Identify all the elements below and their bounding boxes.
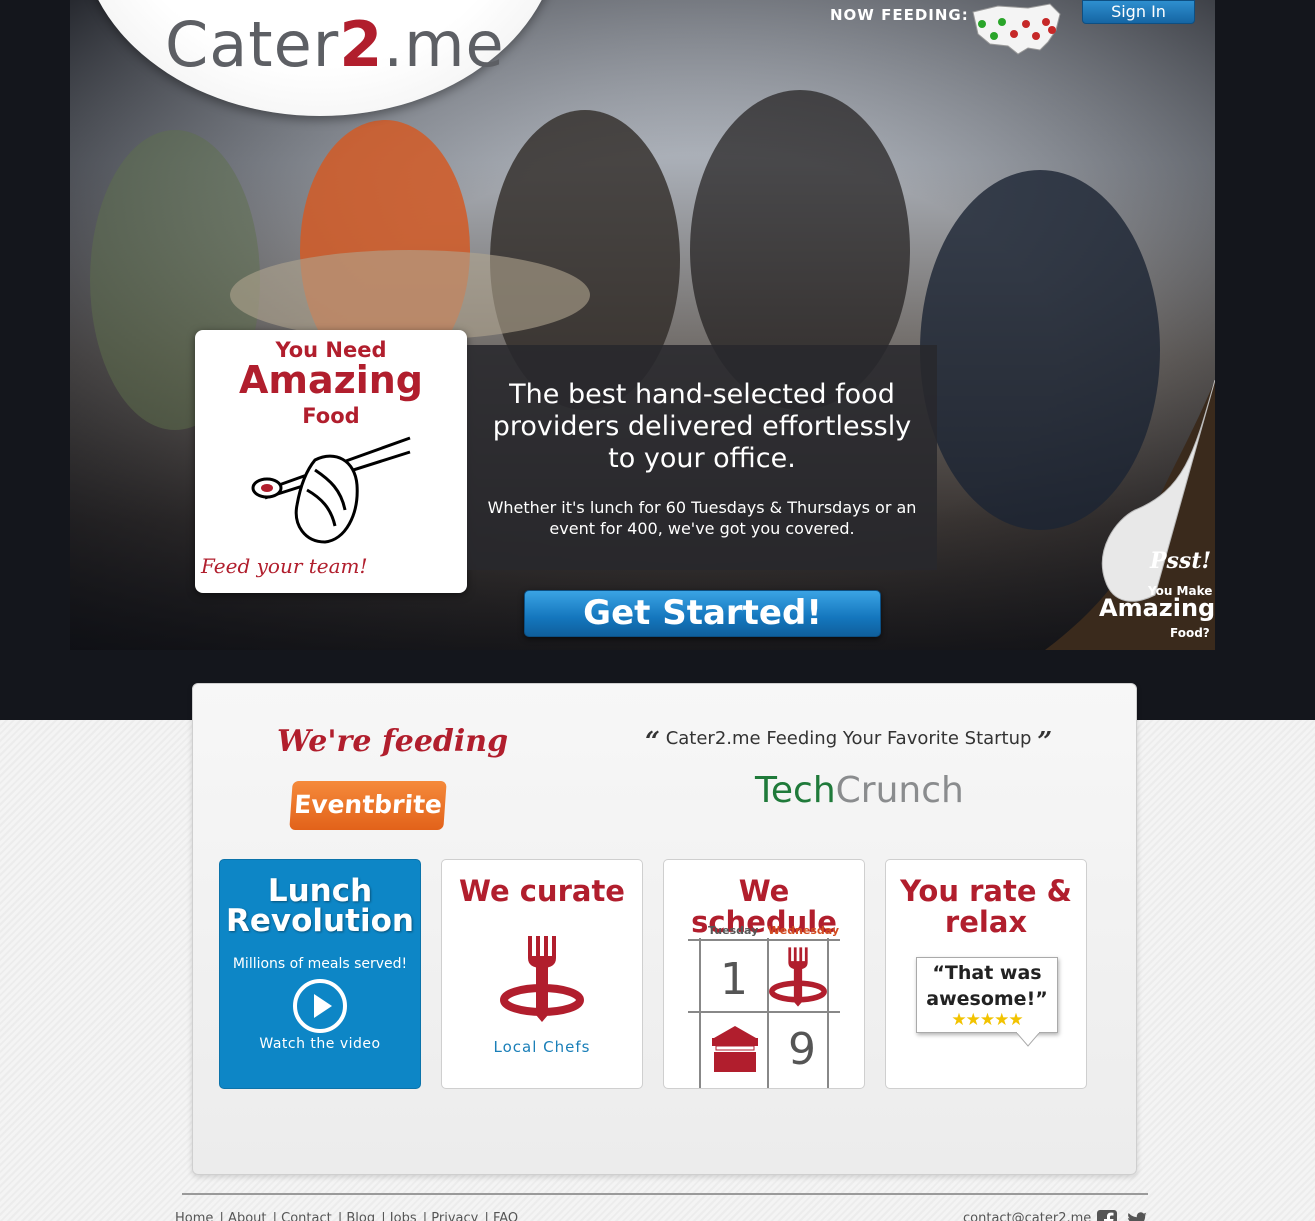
fork-pin-icon xyxy=(769,947,827,1007)
logo-two: 2 xyxy=(339,8,384,81)
rating-stars-icon: ★★★★★ xyxy=(951,1010,1023,1030)
press-quote-text: Cater2.me Feeding Your Favorite Startup xyxy=(665,728,1032,749)
facebook-icon[interactable] xyxy=(1096,1209,1118,1221)
lunch-revolution-title: Lunch Revolution xyxy=(220,873,420,939)
hero-photo-food-trays xyxy=(230,250,590,340)
bubble-tail xyxy=(1016,1032,1040,1047)
eventbrite-logo[interactable]: Eventbrite xyxy=(289,781,447,830)
millions-meals-text: Millions of meals served! xyxy=(232,956,408,972)
calendar-day-tuesday: Tuesday xyxy=(708,924,759,937)
footer-nav: Home | About | Contact | Blog | Jobs | P… xyxy=(175,1211,520,1221)
footer-link-contact[interactable]: Contact xyxy=(281,1211,332,1221)
logo-me: .me xyxy=(383,8,505,81)
footer-link-privacy[interactable]: Privacy xyxy=(431,1211,478,1221)
press-quote: “ Cater2.me Feeding Your Favorite Startu… xyxy=(645,727,1052,757)
footer-divider xyxy=(182,1193,1148,1195)
we-schedule-card[interactable]: We schedule Tuesday Wednesday 1 9 xyxy=(663,859,865,1089)
calendar-number-1: 1 xyxy=(720,954,748,1005)
you-rate-card[interactable]: You rate & relax “That was awesome!” ★★★… xyxy=(885,859,1087,1089)
get-started-button[interactable]: Get Started! xyxy=(524,590,881,637)
close-quote-icon: ” xyxy=(1037,727,1053,757)
footer-contact-email[interactable]: contact@cater2.me xyxy=(963,1211,1091,1221)
hero-subline: Whether it's lunch for 60 Tuesdays & Thu… xyxy=(487,498,917,538)
lunch-title-line2: Revolution xyxy=(226,903,414,939)
footer-link-home[interactable]: Home xyxy=(175,1211,213,1221)
rating-bubble: “That was awesome!” ★★★★★ xyxy=(916,957,1058,1033)
lunch-revolution-card[interactable]: Lunch Revolution Millions of meals serve… xyxy=(219,859,421,1089)
were-feeding-label: We're feeding xyxy=(277,724,509,759)
card-line-amazing: Amazing xyxy=(238,358,424,402)
you-rate-title: You rate & relax xyxy=(900,874,1072,939)
footer-link-blog[interactable]: Blog xyxy=(346,1211,375,1221)
footer-link-jobs[interactable]: Jobs xyxy=(390,1211,417,1221)
watch-video-link[interactable]: Watch the video xyxy=(220,1036,420,1052)
calendar-day-wednesday: Wednesday xyxy=(768,924,840,937)
techcrunch-tech: Tech xyxy=(755,770,836,811)
food-stall-icon xyxy=(712,1026,758,1072)
footer-link-about[interactable]: About xyxy=(228,1211,266,1221)
card-line-food: Food xyxy=(302,404,360,428)
calendar-number-9: 9 xyxy=(788,1024,816,1075)
twitter-icon[interactable] xyxy=(1126,1209,1148,1221)
hero-headline: The best hand-selected food providers de… xyxy=(492,379,912,474)
local-chefs-label: Local Chefs xyxy=(493,1038,591,1056)
lunch-title-line1: Lunch xyxy=(267,873,373,909)
us-map-icon[interactable] xyxy=(968,0,1063,70)
logo-cater: Cater xyxy=(165,8,340,81)
curl-psst: Psst! xyxy=(1150,548,1212,574)
techcrunch-logo[interactable]: TechCrunch xyxy=(755,770,964,811)
rating-quote: “That was awesome!” xyxy=(926,962,1048,1010)
hero-section: Cater2.me NOW FEEDING: Sign In You Need … xyxy=(0,0,1315,720)
we-curate-title: We curate xyxy=(459,874,625,908)
now-feeding-label: NOW FEEDING: xyxy=(830,6,969,24)
logo[interactable]: Cater2.me xyxy=(165,8,505,81)
open-quote-icon: “ xyxy=(645,727,660,757)
sign-in-button[interactable]: Sign In xyxy=(1082,0,1195,24)
footer-link-faq[interactable]: FAQ xyxy=(493,1211,518,1221)
feed-your-team-script: Feed your team! xyxy=(201,554,368,578)
techcrunch-crunch: Crunch xyxy=(835,770,964,811)
curl-amazing: Amazing xyxy=(1099,594,1216,622)
curl-food: Food? xyxy=(1170,626,1210,640)
content-panel: We're feeding Eventbrite “ Cater2.me Fee… xyxy=(192,683,1137,1175)
fork-pin-icon xyxy=(500,936,584,1022)
page-curl-promo[interactable]: Psst! You Make Amazing Food? xyxy=(1015,379,1216,650)
we-curate-card[interactable]: We curate Local Chefs xyxy=(441,859,643,1089)
tagline-box: The best hand-selected food providers de… xyxy=(467,345,937,570)
chopsticks-sushi-icon xyxy=(251,436,411,544)
play-icon[interactable] xyxy=(292,978,348,1034)
amazing-food-card: You Need Amazing Food Feed your team! xyxy=(195,330,467,593)
